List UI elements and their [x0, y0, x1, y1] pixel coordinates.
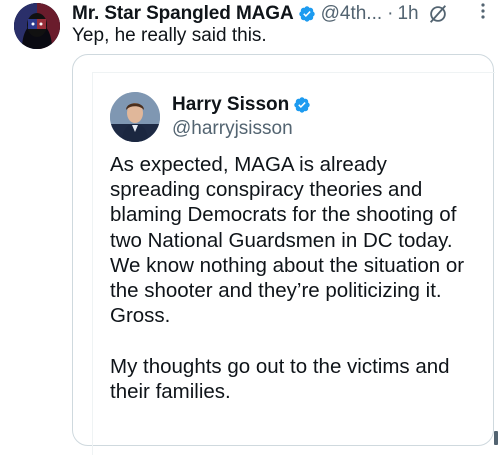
- quoted-author-handle[interactable]: @harryjsisson: [172, 118, 293, 140]
- quoted-author-name[interactable]: Harry Sisson: [172, 94, 289, 116]
- more-options-icon[interactable]: [480, 2, 486, 20]
- grok-icon[interactable]: [427, 3, 449, 25]
- avatar-image: [14, 3, 60, 49]
- quoted-post-text: As expected, MAGA is already spreading c…: [110, 153, 465, 403]
- quoted-author-avatar[interactable]: [110, 92, 160, 142]
- post-text: Yep, he really said this.: [72, 25, 267, 46]
- author-name[interactable]: Mr. Star Spangled MAGA: [72, 3, 294, 25]
- post-timestamp[interactable]: 1h: [397, 3, 418, 25]
- verified-badge-icon: [298, 6, 315, 22]
- author-handle[interactable]: @4th...: [321, 3, 383, 25]
- scrollbar-thumb[interactable]: [494, 431, 498, 445]
- separator-dot: ·: [387, 3, 394, 24]
- post-header: Mr. Star Spangled MAGA @4th... · 1h: [72, 2, 486, 26]
- verified-badge-icon: [294, 97, 310, 113]
- author-avatar[interactable]: [14, 3, 60, 49]
- quoted-author-name-row: Harry Sisson: [172, 94, 311, 116]
- avatar-image: [110, 92, 160, 142]
